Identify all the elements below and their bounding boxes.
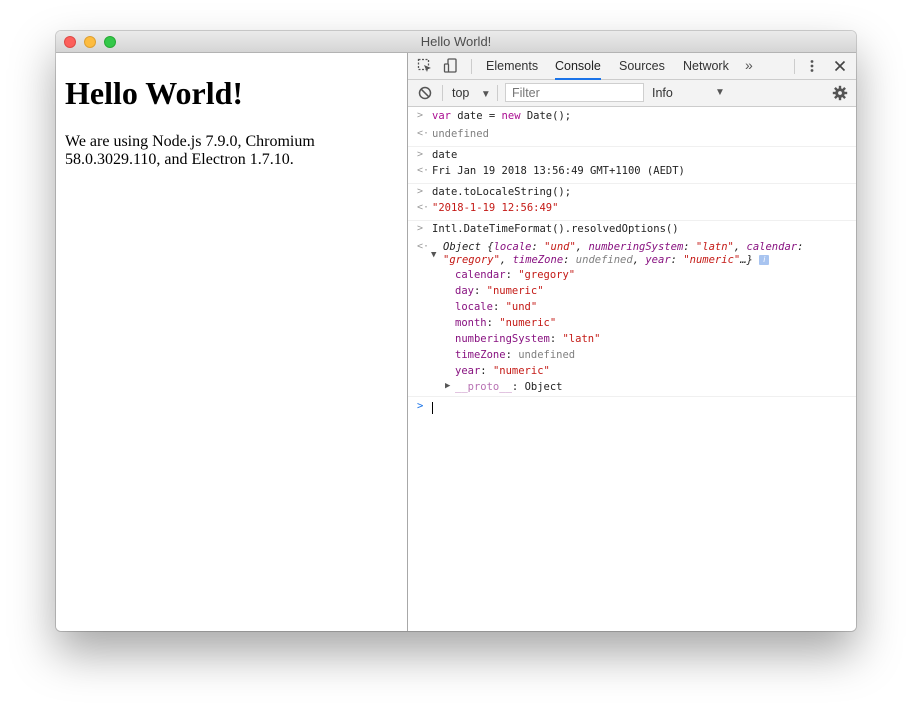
object-property: day: "numeric" <box>455 285 544 297</box>
console-result-row: <· "2018-1-19 12:56:49" <box>408 202 856 220</box>
console-input-row: > date <box>408 146 856 165</box>
kebab-menu-icon[interactable] <box>804 58 820 74</box>
command-text: date <box>432 149 458 161</box>
console-input-row: > var date = new Date(); <box>408 110 856 128</box>
result-arrow-icon: <· <box>417 165 430 176</box>
proto-property[interactable]: __proto__: Object <box>455 381 563 393</box>
object-summary-line2[interactable]: "gregory", timeZone: undefined, year: "n… <box>443 254 770 266</box>
expand-triangle-icon[interactable]: ▼ <box>431 250 436 260</box>
clear-console-icon[interactable] <box>417 85 433 101</box>
input-prompt-icon: > <box>417 110 424 121</box>
title-bar: Hello World! <box>56 31 856 53</box>
tab-network[interactable]: Network <box>683 53 729 79</box>
chevron-down-icon: ▼ <box>480 89 491 100</box>
gear-icon[interactable] <box>832 85 848 101</box>
toolbar-divider <box>442 85 443 101</box>
devtools-tab-bar: Elements Console Sources Network » <box>408 53 856 80</box>
app-window: Hello World! Hello World! We are using N… <box>56 31 856 631</box>
toolbar-divider <box>471 59 472 74</box>
result-text: "2018-1-19 12:56:49" <box>432 202 559 214</box>
console-result-row: <· Fri Jan 19 2018 13:56:49 GMT+1100 (AE… <box>408 165 856 183</box>
object-summary-line1[interactable]: Object {locale: "und", numberingSystem: … <box>443 241 803 253</box>
toolbar-divider <box>497 85 498 101</box>
result-text: undefined <box>432 128 489 140</box>
device-toolbar-icon[interactable] <box>443 58 459 74</box>
result-text: Fri Jan 19 2018 13:56:49 GMT+1100 (AEDT) <box>432 165 685 177</box>
tab-console[interactable]: Console <box>555 53 601 80</box>
close-devtools-icon[interactable] <box>832 58 848 74</box>
input-prompt-icon: > <box>417 149 424 160</box>
command-text: var date = new Date(); <box>432 110 572 122</box>
page-paragraph: We are using Node.js 7.9.0, Chromium 58.… <box>65 133 315 168</box>
object-property: month: "numeric" <box>455 317 557 329</box>
console-result-row: <· undefined <box>408 128 856 146</box>
more-tabs-button[interactable]: » <box>745 57 753 73</box>
result-arrow-icon: <· <box>417 202 430 213</box>
tab-sources[interactable]: Sources <box>619 53 665 79</box>
console-prompt[interactable]: > <box>408 396 856 418</box>
object-property: timeZone: undefined <box>455 349 576 361</box>
web-page-content: Hello World! We are using Node.js 7.9.0,… <box>56 53 408 631</box>
console-toolbar: top ▼ Info ▼ <box>408 80 856 107</box>
toolbar-divider <box>794 59 795 74</box>
context-selector-label: top <box>452 86 470 100</box>
page-heading: Hello World! <box>65 75 244 111</box>
devtools-panel: Elements Console Sources Network » top ▼ <box>408 53 856 631</box>
console-input-row: > Intl.DateTimeFormat().resolvedOptions(… <box>408 220 856 239</box>
info-icon[interactable]: i <box>759 255 770 265</box>
object-property: calendar: "gregory" <box>455 269 576 281</box>
chevron-down-icon: ▼ <box>715 87 725 98</box>
expand-triangle-icon[interactable]: ▶ <box>445 381 450 391</box>
object-property: locale: "und" <box>455 301 538 313</box>
command-text: date.toLocaleString(); <box>432 186 572 198</box>
console-input-row: > date.toLocaleString(); <box>408 183 856 202</box>
text-cursor <box>432 402 433 414</box>
command-text: Intl.DateTimeFormat().resolvedOptions() <box>432 223 679 235</box>
console-filter-input[interactable] <box>505 83 644 102</box>
object-result: <· ▼ Object {locale: "und", numberingSys… <box>408 239 856 399</box>
prompt-caret-icon: > <box>417 400 424 412</box>
tab-elements[interactable]: Elements <box>486 53 538 79</box>
input-prompt-icon: > <box>417 223 424 234</box>
log-level-selector[interactable]: Info <box>652 80 673 106</box>
object-property: year: "numeric" <box>455 365 550 377</box>
window-title: Hello World! <box>420 34 492 49</box>
result-arrow-icon: <· <box>417 128 430 139</box>
input-prompt-icon: > <box>417 186 424 197</box>
context-selector[interactable]: top ▼ <box>452 80 491 106</box>
inspect-element-icon[interactable] <box>417 58 433 74</box>
object-property: numberingSystem: "latn" <box>455 333 601 345</box>
result-arrow-icon: <· <box>417 241 430 252</box>
